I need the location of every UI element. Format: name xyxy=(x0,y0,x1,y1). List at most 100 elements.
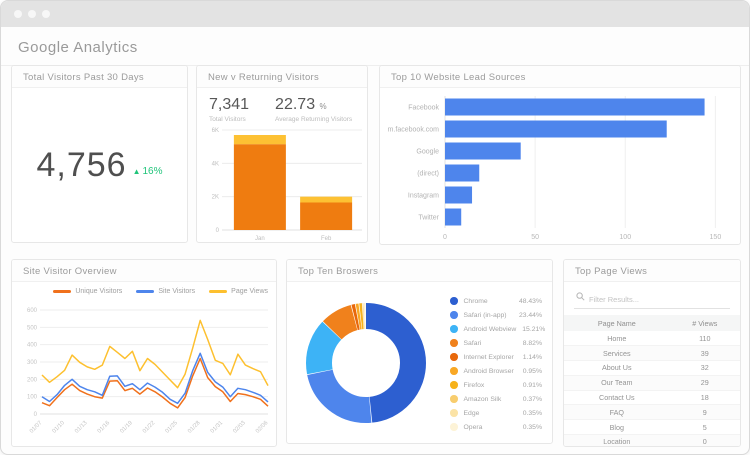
cell-page-name: Home xyxy=(564,331,670,347)
table-row[interactable]: Blog 5 xyxy=(564,419,740,436)
up-arrow-icon: ▲ xyxy=(132,166,141,176)
cell-page-name: About Us xyxy=(564,360,670,376)
table-row[interactable]: Home 110 xyxy=(564,331,740,347)
browser-percent: 1.14% xyxy=(522,353,542,361)
svg-text:01/10: 01/10 xyxy=(52,420,67,435)
line-chart-legend: Unique Visitors Site Visitors Page Views xyxy=(12,288,268,295)
browser-legend-row[interactable]: Amazon Silk 0.37% xyxy=(450,392,542,406)
stat-avg-returning: 22.73 % Average Returning Visitors xyxy=(275,96,353,123)
svg-text:Jan: Jan xyxy=(255,236,265,242)
svg-text:6K: 6K xyxy=(212,128,219,134)
legend-dot xyxy=(450,367,458,375)
svg-text:(direct): (direct) xyxy=(417,171,439,178)
panel-title-new-v-returning: New v Returning Visitors xyxy=(197,66,367,88)
window-control-dot[interactable] xyxy=(28,10,36,18)
lead-source-bar[interactable] xyxy=(445,120,667,138)
page-views-table: Page Name # Views Home 110 Services 39 About… xyxy=(564,315,740,446)
cell-page-name: Our Team xyxy=(564,375,670,391)
legend-swatch xyxy=(136,290,155,293)
svg-text:100: 100 xyxy=(619,234,631,241)
table-row[interactable]: Services 39 xyxy=(564,345,740,362)
legend-item[interactable]: Unique Visitors xyxy=(53,288,122,295)
column-header-page-name[interactable]: Page Name xyxy=(564,315,670,331)
svg-text:02/06: 02/06 xyxy=(255,420,270,435)
browser-legend-row[interactable]: Android Webview 15.21% xyxy=(450,322,546,336)
window-control-dot[interactable] xyxy=(14,10,22,18)
browser-legend-row[interactable]: Chrome 48.43% xyxy=(450,294,542,308)
browser-percent: 0.95% xyxy=(522,367,542,375)
table-row[interactable]: Contact Us 18 xyxy=(564,390,740,406)
lead-source-bar[interactable] xyxy=(445,142,521,160)
legend-swatch xyxy=(209,290,228,293)
browser-percent: 0.91% xyxy=(522,381,542,389)
stat-value: 7,341 xyxy=(209,96,250,113)
donut-legend: Chrome 48.43% Safari (in-app) 23.44% Android… xyxy=(450,294,546,434)
table-row[interactable]: Our Team 29 xyxy=(564,375,740,391)
panel-title-site-visitor-overview: Site Visitor Overview xyxy=(12,260,276,282)
svg-text:0: 0 xyxy=(34,412,38,418)
lead-source-bar[interactable] xyxy=(445,208,462,226)
browser-legend-row[interactable]: Android Browser 0.95% xyxy=(450,364,542,378)
site-visitor-line-chart: 0 100 200 300 400 500 600 01/07 01/10 01/13 01/16 0… xyxy=(27,308,270,435)
browser-legend-row[interactable]: Safari (in-app) 23.44% xyxy=(450,308,542,322)
browser-legend-row[interactable]: Edge 0.35% xyxy=(450,406,542,420)
table-row[interactable]: FAQ 9 xyxy=(564,404,740,421)
line-series xyxy=(41,319,269,389)
svg-text:Facebook: Facebook xyxy=(408,105,439,112)
browser-name: Amazon Silk xyxy=(463,395,502,403)
browser-name: Edge xyxy=(463,409,480,417)
browser-name: Safari (in-app) xyxy=(463,311,507,319)
line-series xyxy=(41,352,269,405)
browser-legend-row[interactable]: Internet Explorer 1.14% xyxy=(450,350,542,364)
svg-text:01/25: 01/25 xyxy=(165,420,180,435)
legend-swatch xyxy=(53,290,72,293)
panel-top-browsers: Top Ten Broswers Chrome 48.43% Safari (in-… xyxy=(286,259,553,444)
table-row[interactable]: Location 0 xyxy=(564,434,740,446)
lead-source-bar[interactable] xyxy=(445,164,480,182)
browser-percent: 48.43% xyxy=(518,297,542,305)
legend-label: Site Visitors xyxy=(158,288,196,295)
legend-item[interactable]: Site Visitors xyxy=(136,288,195,295)
legend-dot xyxy=(450,423,458,431)
svg-text:01/13: 01/13 xyxy=(74,420,89,435)
cell-views: 32 xyxy=(669,360,740,376)
bar-returning-visitors[interactable] xyxy=(233,135,286,145)
cell-page-name: FAQ xyxy=(564,404,670,421)
cell-page-name: Location xyxy=(564,434,670,446)
browser-window: Google Analytics Total Visitors Past 30 … xyxy=(0,0,750,455)
browsers-donut-chart xyxy=(306,303,426,423)
legend-dot xyxy=(450,395,458,403)
svg-text:50: 50 xyxy=(531,234,539,241)
legend-dot xyxy=(450,297,458,305)
table-row[interactable]: About Us 32 xyxy=(564,360,740,376)
total-visitors-value: 4,756 xyxy=(36,145,127,184)
browser-legend-row[interactable]: Firefox 0.91% xyxy=(450,378,542,392)
stat-label: Total Visitors xyxy=(209,116,246,123)
bar-new-visitors[interactable] xyxy=(233,144,286,230)
bar-new-visitors[interactable] xyxy=(300,202,353,231)
page-title: Google Analytics xyxy=(18,39,138,56)
svg-text:01/31: 01/31 xyxy=(210,420,225,435)
legend-dot xyxy=(450,325,458,333)
browser-legend-row[interactable]: Safari 8.82% xyxy=(450,336,542,350)
svg-text:4K: 4K xyxy=(212,161,219,167)
stat-total-visitors: 7,341 Total Visitors xyxy=(209,96,249,123)
svg-text:02/03: 02/03 xyxy=(232,420,247,435)
svg-text:Instagram: Instagram xyxy=(408,193,439,200)
svg-text:0: 0 xyxy=(443,234,447,241)
legend-item[interactable]: Page Views xyxy=(209,288,268,295)
browser-percent: 15.21% xyxy=(522,325,546,333)
browser-legend-row[interactable]: Opera 0.35% xyxy=(450,420,542,434)
lead-sources-bar-chart: 0 50 100 150 Facebook m.facebook.com Google (di… xyxy=(388,96,721,241)
browser-name: Chrome xyxy=(463,297,488,305)
browser-name: Safari xyxy=(463,339,482,347)
panel-title-lead-sources: Top 10 Website Lead Sources xyxy=(380,66,740,88)
lead-source-bar[interactable] xyxy=(445,98,705,116)
filter-results-input[interactable] xyxy=(574,292,730,309)
bar-returning-visitors[interactable] xyxy=(300,196,353,203)
panel-top-page-views: Top Page Views Page Name # Views Home110… xyxy=(563,259,741,447)
column-header-views[interactable]: # Views xyxy=(669,315,740,331)
window-control-dot[interactable] xyxy=(42,10,50,18)
svg-text:Google: Google xyxy=(416,149,439,156)
lead-source-bar[interactable] xyxy=(445,186,473,204)
